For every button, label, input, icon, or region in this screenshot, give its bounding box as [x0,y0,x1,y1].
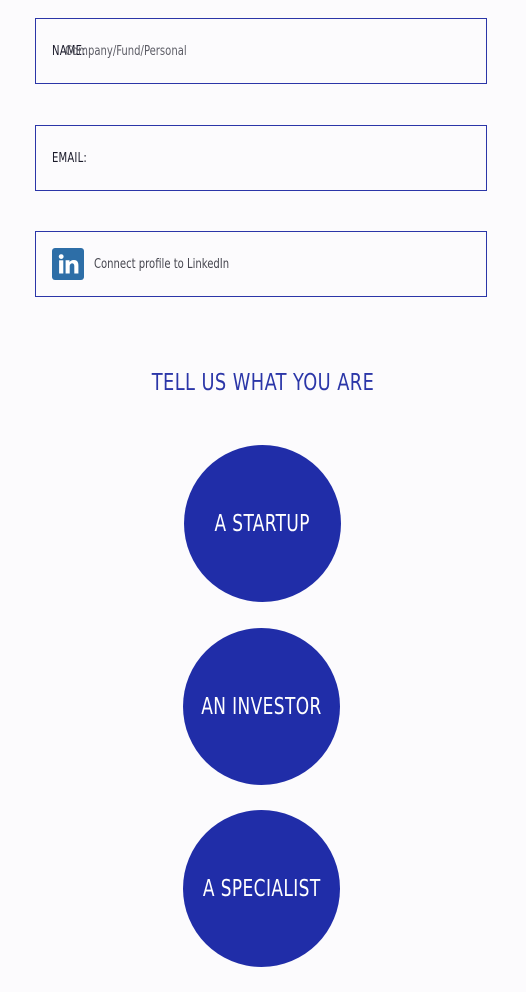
specialist-button[interactable]: A SPECIALIST [183,810,340,967]
name-field[interactable]: NAME: [35,18,487,84]
name-input[interactable] [65,43,375,59]
section-title: TELL US WHAT YOU ARE [151,370,375,396]
investor-button[interactable]: AN INVESTOR [183,628,340,785]
email-label: EMAIL: [52,150,87,166]
linkedin-connect-button[interactable]: Connect profile to LinkedIn [35,231,487,297]
specialist-button-label: A SPECIALIST [202,875,321,902]
startup-button-label: A STARTUP [214,510,311,537]
investor-button-label: AN INVESTOR [201,693,322,720]
startup-button[interactable]: A STARTUP [184,445,341,602]
linkedin-connect-label: Connect profile to LinkedIn [94,256,230,272]
email-input[interactable] [84,150,395,166]
linkedin-icon [52,248,84,280]
email-field[interactable]: EMAIL: [35,125,487,191]
